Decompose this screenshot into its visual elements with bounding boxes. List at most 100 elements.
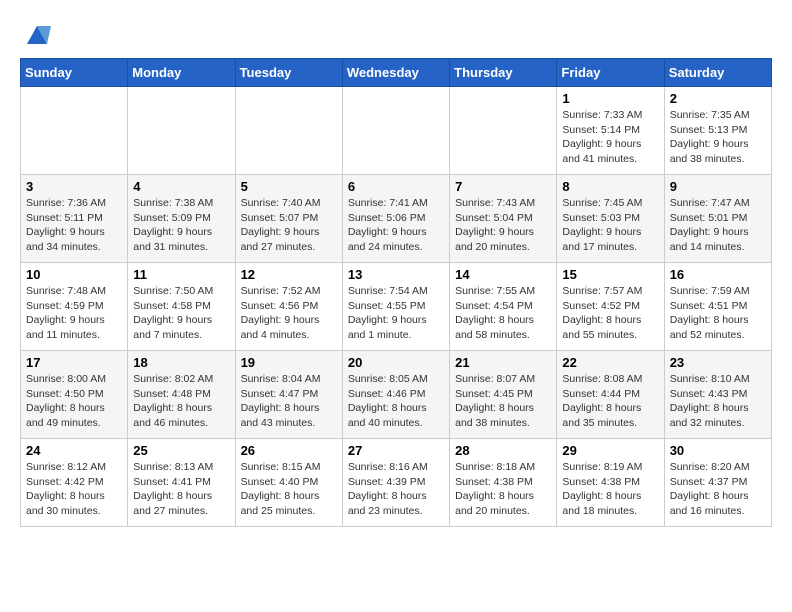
day-info: Sunrise: 7:50 AM Sunset: 4:58 PM Dayligh… — [133, 284, 229, 343]
week-row-4: 17 Sunrise: 8:00 AM Sunset: 4:50 PM Dayli… — [21, 351, 772, 439]
calendar-cell: 13Sunrise: 7:54 AM Sunset: 4:55 PM Dayli… — [342, 263, 449, 351]
day-info: Sunrise: 7:48 AM Sunset: 4:59 PM Dayligh… — [26, 284, 122, 343]
calendar-cell: 16 Sunrise: 7:59 AM Sunset: 4:51 PM Dayli… — [664, 263, 771, 351]
day-info: Sunrise: 7:36 AM Sunset: 5:11 PM Dayligh… — [26, 196, 122, 255]
day-info: Sunrise: 8:16 AM Sunset: 4:39 PM Dayligh… — [348, 460, 444, 519]
calendar-cell: 12 Sunrise: 7:52 AM Sunset: 4:56 PM Dayli… — [235, 263, 342, 351]
col-header-wednesday: Wednesday — [342, 59, 449, 87]
calendar-cell — [450, 87, 557, 175]
calendar-cell: 30 Sunrise: 8:20 AM Sunset: 4:37 PM Dayli… — [664, 439, 771, 527]
day-number: 4 — [133, 179, 229, 194]
day-info: Sunrise: 8:05 AM Sunset: 4:46 PM Dayligh… — [348, 372, 444, 431]
day-number: 16 — [670, 267, 766, 282]
day-number: 19 — [241, 355, 337, 370]
day-number: 3 — [26, 179, 122, 194]
day-number: 27 — [348, 443, 444, 458]
day-number: 20 — [348, 355, 444, 370]
calendar-cell: 8 Sunrise: 7:45 AM Sunset: 5:03 PM Daylig… — [557, 175, 664, 263]
day-number: 26 — [241, 443, 337, 458]
day-number: 13 — [348, 267, 444, 282]
calendar-cell: 23 Sunrise: 8:10 AM Sunset: 4:43 PM Dayli… — [664, 351, 771, 439]
day-number: 8 — [562, 179, 658, 194]
day-number: 29 — [562, 443, 658, 458]
day-info: Sunrise: 7:59 AM Sunset: 4:51 PM Dayligh… — [670, 284, 766, 343]
day-info: Sunrise: 7:55 AM Sunset: 4:54 PM Dayligh… — [455, 284, 551, 343]
day-info: Sunrise: 8:00 AM Sunset: 4:50 PM Dayligh… — [26, 372, 122, 431]
calendar-cell: 14 Sunrise: 7:55 AM Sunset: 4:54 PM Dayli… — [450, 263, 557, 351]
calendar-cell: 5 Sunrise: 7:40 AM Sunset: 5:07 PM Daylig… — [235, 175, 342, 263]
day-info: Sunrise: 7:41 AM Sunset: 5:06 PM Dayligh… — [348, 196, 444, 255]
calendar-cell: 1 Sunrise: 7:33 AM Sunset: 5:14 PM Daylig… — [557, 87, 664, 175]
day-info: Sunrise: 8:20 AM Sunset: 4:37 PM Dayligh… — [670, 460, 766, 519]
day-number: 25 — [133, 443, 229, 458]
calendar-cell: 28 Sunrise: 8:18 AM Sunset: 4:38 PM Dayli… — [450, 439, 557, 527]
day-number: 17 — [26, 355, 122, 370]
calendar-cell: 6 Sunrise: 7:41 AM Sunset: 5:06 PM Daylig… — [342, 175, 449, 263]
calendar-cell: 22 Sunrise: 8:08 AM Sunset: 4:44 PM Dayli… — [557, 351, 664, 439]
calendar-cell: 15Sunrise: 7:57 AM Sunset: 4:52 PM Dayli… — [557, 263, 664, 351]
day-number: 30 — [670, 443, 766, 458]
logo — [20, 20, 51, 42]
day-number: 6 — [348, 179, 444, 194]
logo-icon — [23, 20, 51, 48]
calendar-cell — [342, 87, 449, 175]
day-info: Sunrise: 8:10 AM Sunset: 4:43 PM Dayligh… — [670, 372, 766, 431]
day-info: Sunrise: 7:45 AM Sunset: 5:03 PM Dayligh… — [562, 196, 658, 255]
week-row-2: 3 Sunrise: 7:36 AM Sunset: 5:11 PM Daylig… — [21, 175, 772, 263]
day-info: Sunrise: 7:38 AM Sunset: 5:09 PM Dayligh… — [133, 196, 229, 255]
calendar-cell: 3 Sunrise: 7:36 AM Sunset: 5:11 PM Daylig… — [21, 175, 128, 263]
day-info: Sunrise: 7:43 AM Sunset: 5:04 PM Dayligh… — [455, 196, 551, 255]
calendar-cell: 24 Sunrise: 8:12 AM Sunset: 4:42 PM Dayli… — [21, 439, 128, 527]
calendar-cell: 11 Sunrise: 7:50 AM Sunset: 4:58 PM Dayli… — [128, 263, 235, 351]
day-info: Sunrise: 7:47 AM Sunset: 5:01 PM Dayligh… — [670, 196, 766, 255]
week-row-5: 24 Sunrise: 8:12 AM Sunset: 4:42 PM Dayli… — [21, 439, 772, 527]
calendar-cell: 2 Sunrise: 7:35 AM Sunset: 5:13 PM Daylig… — [664, 87, 771, 175]
day-number: 14 — [455, 267, 551, 282]
calendar-cell: 25Sunrise: 8:13 AM Sunset: 4:41 PM Dayli… — [128, 439, 235, 527]
day-number: 28 — [455, 443, 551, 458]
day-info: Sunrise: 7:52 AM Sunset: 4:56 PM Dayligh… — [241, 284, 337, 343]
calendar-cell — [128, 87, 235, 175]
col-header-sunday: Sunday — [21, 59, 128, 87]
calendar-cell — [235, 87, 342, 175]
day-info: Sunrise: 7:33 AM Sunset: 5:14 PM Dayligh… — [562, 108, 658, 167]
day-number: 18 — [133, 355, 229, 370]
day-number: 10 — [26, 267, 122, 282]
day-info: Sunrise: 8:15 AM Sunset: 4:40 PM Dayligh… — [241, 460, 337, 519]
day-number: 24 — [26, 443, 122, 458]
day-info: Sunrise: 8:08 AM Sunset: 4:44 PM Dayligh… — [562, 372, 658, 431]
week-row-3: 10 Sunrise: 7:48 AM Sunset: 4:59 PM Dayli… — [21, 263, 772, 351]
day-info: Sunrise: 7:40 AM Sunset: 5:07 PM Dayligh… — [241, 196, 337, 255]
day-number: 5 — [241, 179, 337, 194]
week-row-1: 1 Sunrise: 7:33 AM Sunset: 5:14 PM Daylig… — [21, 87, 772, 175]
day-number: 21 — [455, 355, 551, 370]
day-info: Sunrise: 8:18 AM Sunset: 4:38 PM Dayligh… — [455, 460, 551, 519]
calendar-cell: 17 Sunrise: 8:00 AM Sunset: 4:50 PM Dayli… — [21, 351, 128, 439]
day-number: 1 — [562, 91, 658, 106]
day-number: 12 — [241, 267, 337, 282]
day-number: 22 — [562, 355, 658, 370]
day-info: Sunrise: 7:57 AM Sunset: 4:52 PM Dayligh… — [562, 284, 658, 343]
calendar-cell: 4 Sunrise: 7:38 AM Sunset: 5:09 PM Daylig… — [128, 175, 235, 263]
day-info: Sunrise: 8:19 AM Sunset: 4:38 PM Dayligh… — [562, 460, 658, 519]
calendar-cell: 29 Sunrise: 8:19 AM Sunset: 4:38 PM Dayli… — [557, 439, 664, 527]
day-number: 23 — [670, 355, 766, 370]
calendar: SundayMondayTuesdayWednesdayThursdayFrid… — [20, 58, 772, 527]
col-header-friday: Friday — [557, 59, 664, 87]
calendar-cell: 7 Sunrise: 7:43 AM Sunset: 5:04 PM Daylig… — [450, 175, 557, 263]
day-info: Sunrise: 8:07 AM Sunset: 4:45 PM Dayligh… — [455, 372, 551, 431]
col-header-tuesday: Tuesday — [235, 59, 342, 87]
calendar-cell: 19 Sunrise: 8:04 AM Sunset: 4:47 PM Dayli… — [235, 351, 342, 439]
day-number: 7 — [455, 179, 551, 194]
day-info: Sunrise: 7:35 AM Sunset: 5:13 PM Dayligh… — [670, 108, 766, 167]
day-info: Sunrise: 8:02 AM Sunset: 4:48 PM Dayligh… — [133, 372, 229, 431]
calendar-header-row: SundayMondayTuesdayWednesdayThursdayFrid… — [21, 59, 772, 87]
calendar-cell: 21 Sunrise: 8:07 AM Sunset: 4:45 PM Dayli… — [450, 351, 557, 439]
day-number: 2 — [670, 91, 766, 106]
day-number: 11 — [133, 267, 229, 282]
day-info: Sunrise: 8:04 AM Sunset: 4:47 PM Dayligh… — [241, 372, 337, 431]
calendar-cell: 9Sunrise: 7:47 AM Sunset: 5:01 PM Daylig… — [664, 175, 771, 263]
calendar-cell — [21, 87, 128, 175]
day-info: Sunrise: 8:12 AM Sunset: 4:42 PM Dayligh… — [26, 460, 122, 519]
calendar-cell: 27 Sunrise: 8:16 AM Sunset: 4:39 PM Dayli… — [342, 439, 449, 527]
